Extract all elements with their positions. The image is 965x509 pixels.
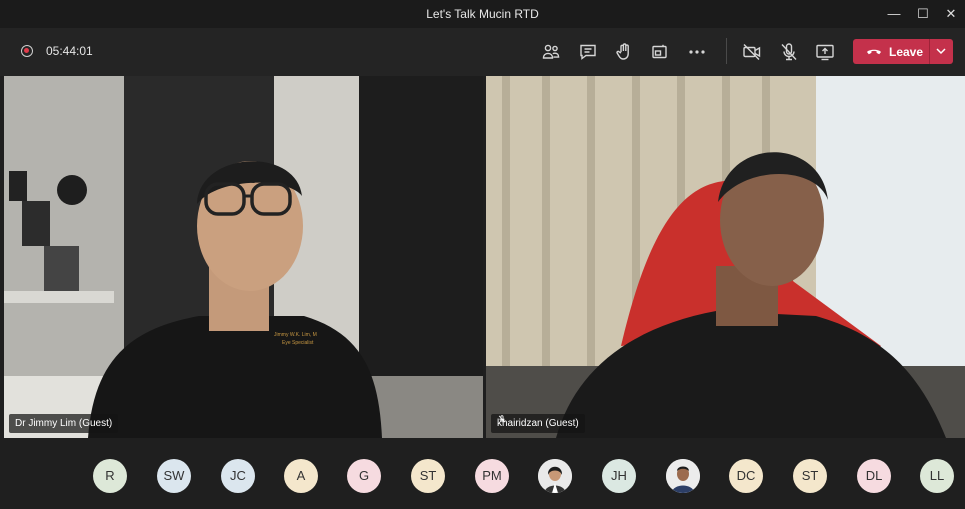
leave-button[interactable]: Leave xyxy=(853,39,953,64)
participant-name-right-label: khairidzan (Guest) xyxy=(497,418,579,429)
avatar-photo-icon xyxy=(538,459,572,493)
leave-divider xyxy=(929,39,930,64)
close-window-button[interactable]: ✕ xyxy=(940,4,962,24)
participant-avatar[interactable]: LL xyxy=(920,459,954,493)
share-tray-icon[interactable] xyxy=(648,40,672,64)
participants-icon[interactable] xyxy=(539,40,563,64)
leave-label: Leave xyxy=(889,45,924,59)
camera-off-icon[interactable] xyxy=(740,40,764,64)
participant-video-right xyxy=(486,76,965,438)
participant-avatar[interactable]: PM xyxy=(475,459,509,493)
participant-video-left: Jimmy W.K. Lim, M Eye Specialist xyxy=(4,76,483,438)
video-tile-left[interactable]: Jimmy W.K. Lim, M Eye Specialist Dr Jimm… xyxy=(4,76,483,438)
leave-main-button[interactable]: Leave xyxy=(853,39,929,64)
participant-avatar[interactable]: ST xyxy=(411,459,445,493)
mic-muted-icon xyxy=(498,415,506,423)
participant-avatar[interactable]: G xyxy=(347,459,381,493)
participant-avatar[interactable]: A xyxy=(284,459,318,493)
participant-avatar[interactable]: DC xyxy=(729,459,763,493)
participant-avatar[interactable]: SW xyxy=(157,459,191,493)
participant-name-right: khairidzan (Guest) xyxy=(491,414,585,433)
hang-up-icon xyxy=(867,49,881,55)
chat-icon[interactable] xyxy=(576,40,600,64)
more-options-icon[interactable] xyxy=(685,40,709,64)
svg-text:Jimmy W.K. Lim, M: Jimmy W.K. Lim, M xyxy=(274,332,317,338)
avatar-photo-icon xyxy=(666,459,700,493)
participant-avatar[interactable]: R xyxy=(93,459,127,493)
toolbar-divider xyxy=(726,38,727,64)
participant-name-left: Dr Jimmy Lim (Guest) xyxy=(9,414,119,433)
participant-strip: R SW JC A G ST PM JH DC ST DL LL xyxy=(0,438,965,509)
minimize-button[interactable]: — xyxy=(883,4,905,24)
meeting-timer: 05:44:01 xyxy=(46,44,93,58)
mic-off-icon[interactable] xyxy=(777,40,801,64)
video-tile-right[interactable]: khairidzan (Guest) xyxy=(486,76,965,438)
participant-avatar-photo[interactable] xyxy=(666,459,700,493)
chevron-down-icon[interactable] xyxy=(933,44,949,58)
title-bar: Let's Talk Mucin RTD — ☐ ✕ xyxy=(0,0,965,28)
participant-avatar[interactable]: DL xyxy=(857,459,891,493)
svg-text:Eye Specialist: Eye Specialist xyxy=(282,340,314,346)
meeting-toolbar: 05:44:01 Leave xyxy=(0,28,965,76)
participant-avatar-photo[interactable] xyxy=(538,459,572,493)
participant-avatar[interactable]: JH xyxy=(602,459,636,493)
participant-avatar[interactable]: JC xyxy=(221,459,255,493)
maximize-button[interactable]: ☐ xyxy=(912,4,934,24)
participant-avatar[interactable]: ST xyxy=(793,459,827,493)
window-title: Let's Talk Mucin RTD xyxy=(426,7,539,21)
share-screen-icon[interactable] xyxy=(813,40,837,64)
recording-icon xyxy=(21,45,33,57)
raise-hand-icon[interactable] xyxy=(612,40,636,64)
